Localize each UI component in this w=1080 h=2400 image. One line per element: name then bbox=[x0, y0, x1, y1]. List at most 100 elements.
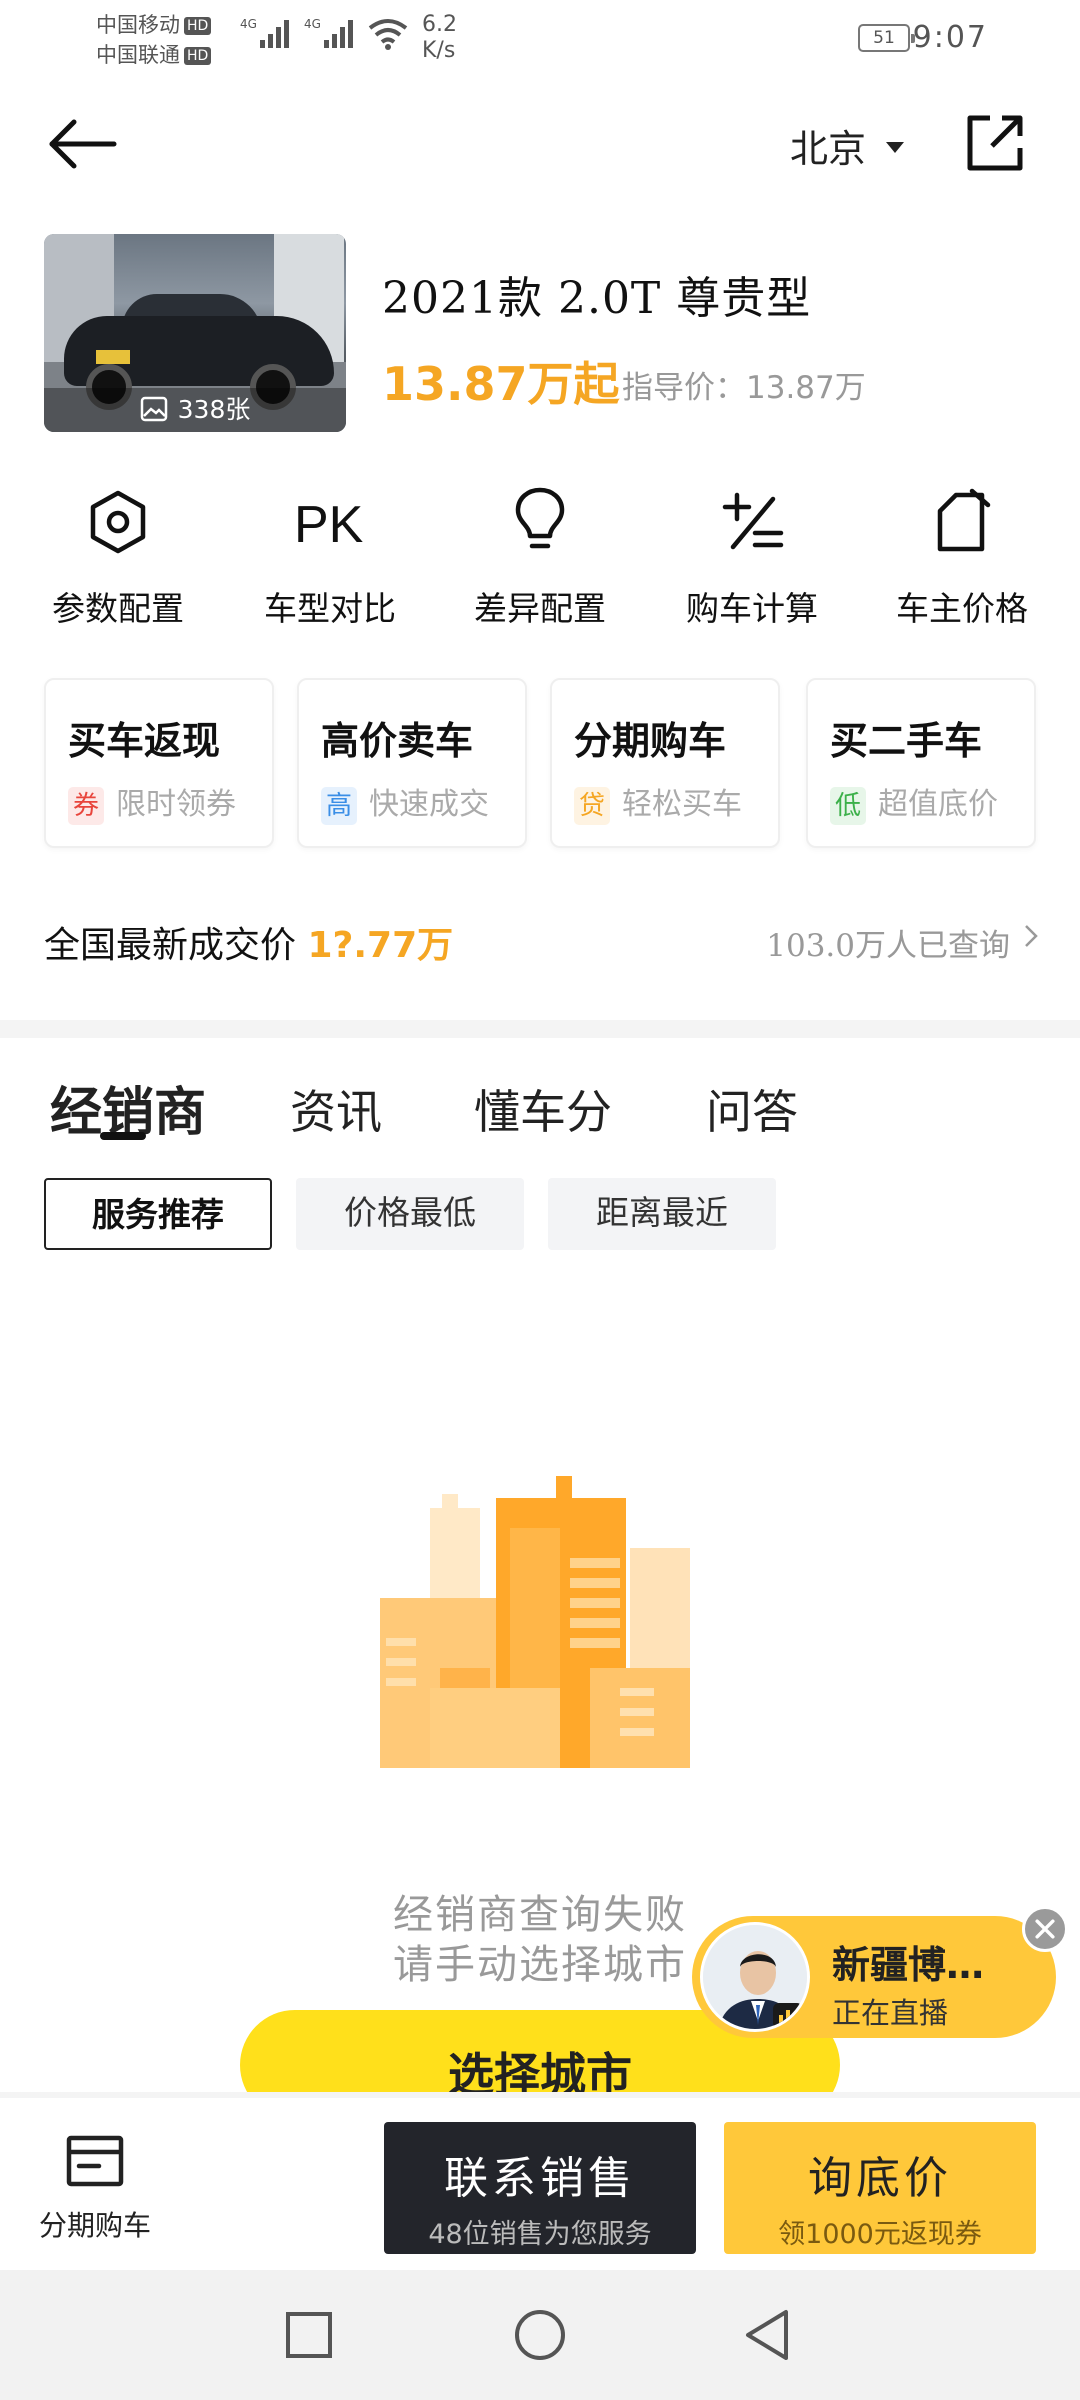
installment-card-icon bbox=[66, 2135, 124, 2187]
network-speed: 6.2 K/s bbox=[422, 12, 457, 64]
quick-action-label: 购车计算 bbox=[686, 589, 818, 628]
hd-badge: HD bbox=[184, 17, 212, 35]
recent-apps-icon[interactable] bbox=[274, 2300, 344, 2370]
service-card-installment[interactable]: 分期购车 贷轻松买车 bbox=[550, 678, 780, 848]
latest-price-label: 全国最新成交价 1?.77万 bbox=[44, 916, 453, 968]
bottom-action-bar: 分期购车 联系销售 48位销售为您服务 询底价 领1000元返现券 bbox=[0, 2098, 1080, 2270]
clock: 9:07 bbox=[912, 20, 988, 55]
pk-icon: PK bbox=[294, 496, 364, 552]
picture-icon bbox=[140, 396, 167, 422]
dealer-filters: 服务推荐 价格最低 距离最近 bbox=[44, 1178, 844, 1250]
city-selector[interactable]: 北京 bbox=[790, 118, 906, 173]
home-icon[interactable] bbox=[505, 2300, 575, 2370]
hd-badge: HD bbox=[184, 47, 212, 65]
quick-action-label: 参数配置 bbox=[52, 589, 184, 628]
high-tag: 高 bbox=[321, 787, 357, 825]
card-title: 分期购车 bbox=[574, 719, 727, 763]
photo-count: 338张 bbox=[44, 388, 346, 432]
wifi-icon bbox=[368, 19, 408, 50]
share-icon[interactable] bbox=[962, 110, 1028, 176]
carrier-info: 中国移动 HD 中国联通 HD bbox=[96, 10, 212, 70]
inquire-price-title: 询底价 bbox=[808, 2153, 952, 2204]
section-divider bbox=[0, 1020, 1080, 1038]
card-title: 买二手车 bbox=[830, 719, 983, 763]
car-model-title: 2021款 2.0T 尊贵型 bbox=[382, 273, 812, 324]
back-arrow-icon[interactable] bbox=[44, 114, 124, 174]
installment-label: 分期购车 bbox=[38, 2209, 151, 2242]
speed-value: 6.2 bbox=[422, 12, 457, 37]
price-tag-icon bbox=[937, 488, 991, 552]
live-stream-bubble[interactable]: 新疆博… 正在直播 bbox=[692, 1916, 1056, 2038]
latest-price-text: 全国最新成交价 bbox=[44, 925, 308, 966]
battery-level: 51 bbox=[873, 28, 895, 48]
latest-deal-price-row[interactable]: 全国最新成交价 1?.77万 103.0万人已查询 bbox=[44, 906, 1038, 976]
calculator-icon bbox=[722, 492, 784, 550]
network-type: 4G bbox=[304, 17, 321, 31]
loan-tag: 贷 bbox=[574, 787, 610, 825]
tab-qa[interactable]: 问答 bbox=[706, 1076, 798, 1142]
card-subtitle: 超值底价 bbox=[878, 787, 998, 822]
close-icon[interactable] bbox=[1022, 1906, 1068, 1952]
active-tab-indicator bbox=[100, 1132, 146, 1140]
photo-count-label: 338张 bbox=[177, 395, 251, 424]
empty-city-illustration bbox=[370, 1476, 710, 1788]
quick-action-params[interactable]: 参数配置 bbox=[18, 484, 218, 628]
service-card-cashback[interactable]: 买车返现 券限时领券 bbox=[44, 678, 274, 848]
lightbulb-icon bbox=[515, 487, 565, 549]
service-card-sell[interactable]: 高价卖车 高快速成交 bbox=[297, 678, 527, 848]
quick-action-owner-price[interactable]: 车主价格 bbox=[862, 484, 1062, 628]
latest-price-value: 1?.77万 bbox=[307, 925, 454, 966]
header: 北京 bbox=[0, 100, 1080, 190]
quick-action-label: 车型对比 bbox=[264, 589, 396, 628]
inquire-price-subtitle: 领1000元返现券 bbox=[778, 2219, 982, 2250]
carrier-2: 中国联通 bbox=[96, 43, 180, 67]
live-status: 正在直播 bbox=[832, 1996, 949, 2030]
contact-sales-button[interactable]: 联系销售 48位销售为您服务 bbox=[384, 2122, 696, 2254]
contact-sales-subtitle: 48位销售为您服务 bbox=[428, 2219, 652, 2250]
query-count: 103.0万人已查询 bbox=[766, 928, 1010, 964]
card-subtitle: 限时领券 bbox=[116, 787, 236, 822]
tab-dcd-score[interactable]: 懂车分 bbox=[474, 1076, 612, 1142]
carrier-1: 中国移动 bbox=[96, 13, 180, 37]
service-cards: 买车返现 券限时领券 高价卖车 高快速成交 分期购车 贷轻松买车 买二手车 低超… bbox=[44, 678, 1038, 848]
card-title: 买车返现 bbox=[68, 719, 221, 763]
signal-icon: 4G bbox=[304, 17, 353, 48]
chevron-right-icon bbox=[1025, 925, 1038, 947]
service-card-used[interactable]: 买二手车 低超值底价 bbox=[806, 678, 1036, 848]
quick-action-diff[interactable]: 差异配置 bbox=[440, 484, 640, 628]
car-price: 13.87万起 bbox=[382, 357, 620, 411]
installment-button[interactable]: 分期购车 bbox=[30, 2134, 160, 2244]
system-navigation-bar bbox=[0, 2270, 1080, 2400]
back-triangle-icon[interactable] bbox=[734, 2300, 804, 2370]
inquire-price-button[interactable]: 询底价 领1000元返现券 bbox=[724, 2122, 1036, 2254]
card-title: 高价卖车 bbox=[321, 719, 474, 763]
quick-action-label: 车主价格 bbox=[896, 589, 1028, 628]
quick-actions: 参数配置 PK 车型对比 差异配置 购车计算 车主价格 bbox=[0, 484, 1080, 628]
coupon-tag: 券 bbox=[68, 787, 104, 825]
live-streamer-name: 新疆博… bbox=[832, 1943, 985, 1987]
car-photo[interactable]: 338张 bbox=[44, 234, 346, 432]
card-subtitle: 轻松买车 bbox=[622, 787, 742, 822]
hexagon-nut-icon bbox=[90, 490, 146, 554]
quick-action-calc[interactable]: 购车计算 bbox=[652, 484, 852, 628]
filter-lowest-price[interactable]: 价格最低 bbox=[296, 1178, 524, 1250]
battery-icon: 51 bbox=[858, 24, 915, 52]
quick-action-label: 差异配置 bbox=[474, 589, 606, 628]
guide-price: 指导价：13.87万 bbox=[622, 370, 866, 406]
low-tag: 低 bbox=[830, 787, 866, 825]
tab-news[interactable]: 资讯 bbox=[290, 1076, 382, 1142]
content-tabs: 经销商 资讯 懂车分 问答 bbox=[0, 1066, 1080, 1156]
contact-sales-title: 联系销售 bbox=[444, 2153, 636, 2204]
filter-recommended[interactable]: 服务推荐 bbox=[44, 1178, 272, 1250]
city-label: 北京 bbox=[790, 127, 867, 171]
license-plate bbox=[96, 350, 130, 364]
network-type: 4G bbox=[240, 17, 257, 31]
speed-unit: K/s bbox=[422, 38, 456, 63]
caret-down-icon bbox=[886, 142, 905, 153]
card-subtitle: 快速成交 bbox=[369, 787, 489, 822]
status-bar: 中国移动 HD 中国联通 HD 4G 4G 6.2 K/s 51 9:07 bbox=[0, 0, 1080, 80]
signal-icon: 4G bbox=[240, 17, 289, 48]
svg-text:PK: PK bbox=[294, 496, 364, 552]
filter-nearest[interactable]: 距离最近 bbox=[548, 1178, 776, 1250]
quick-action-compare[interactable]: PK 车型对比 bbox=[230, 484, 430, 628]
